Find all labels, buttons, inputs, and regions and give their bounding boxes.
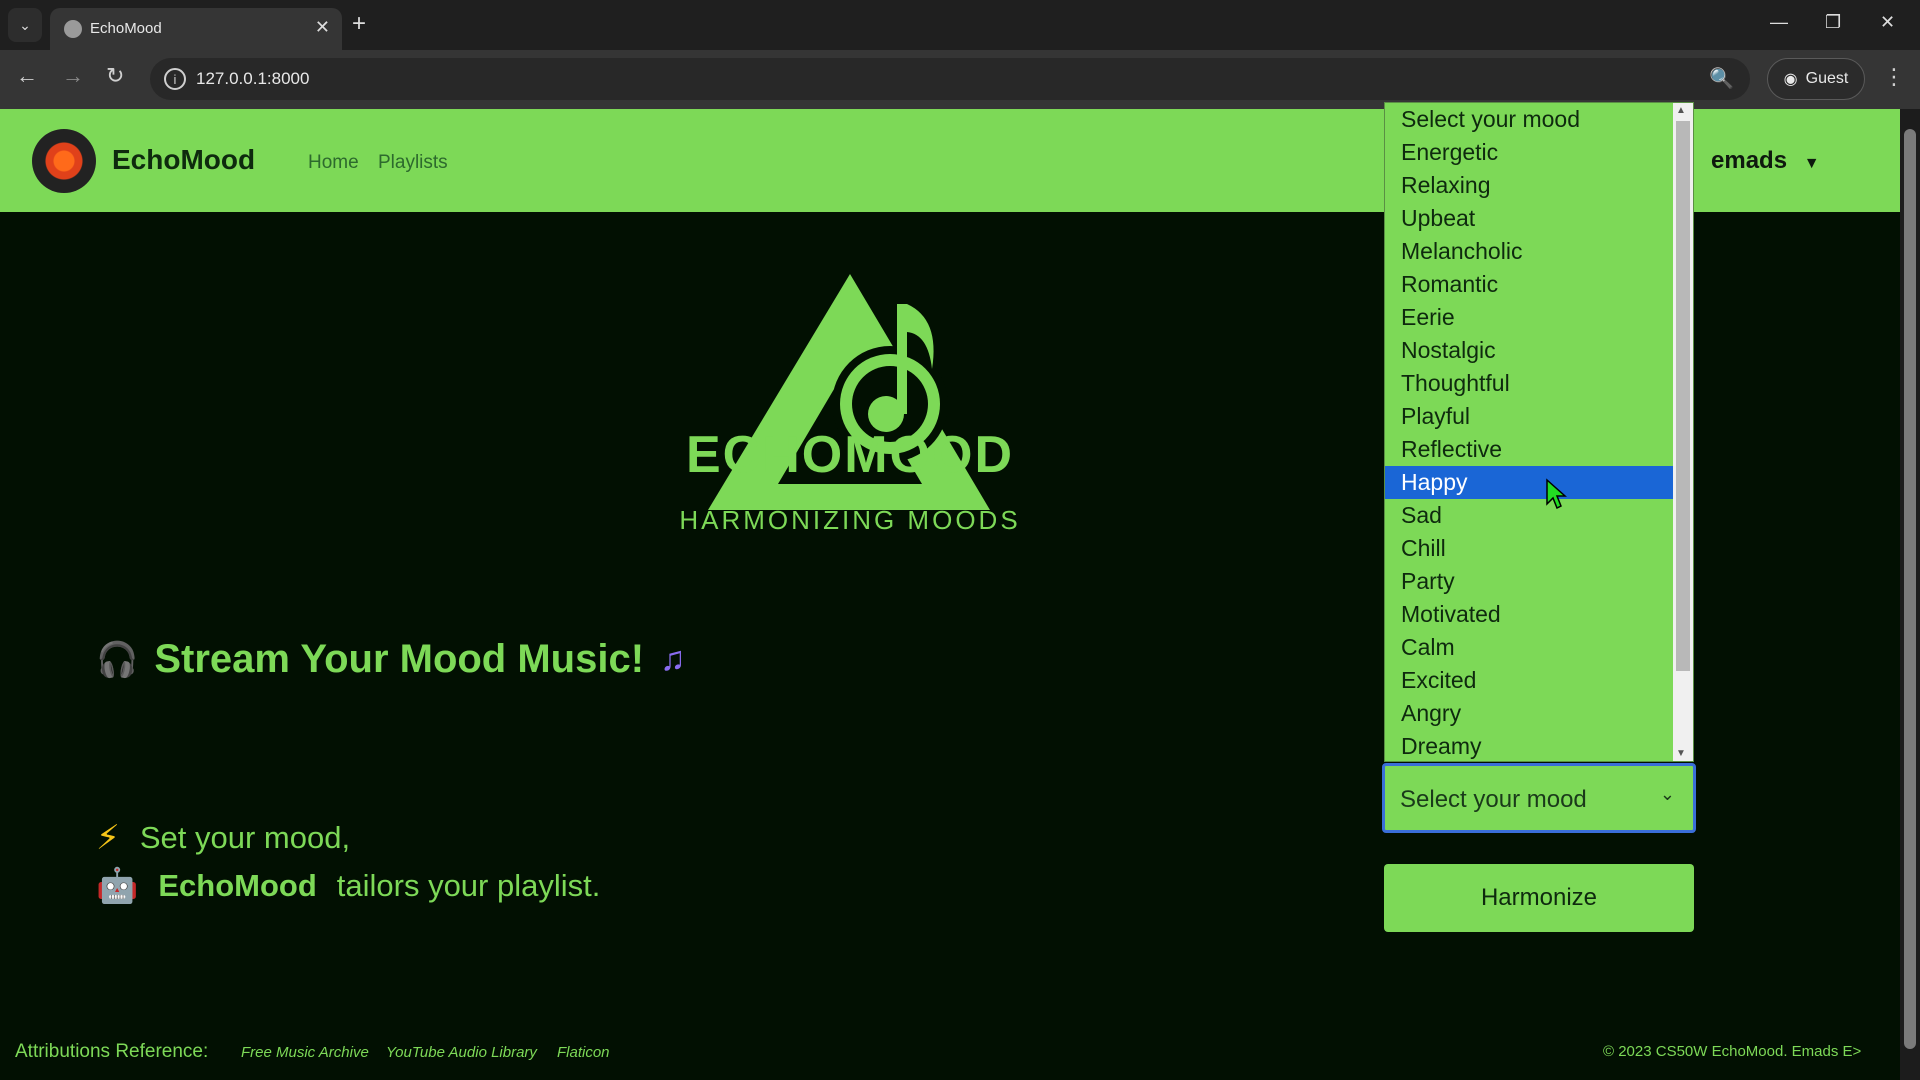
minimize-icon[interactable]: — bbox=[1770, 12, 1788, 33]
dropdown-scroll-thumb[interactable] bbox=[1676, 121, 1690, 671]
user-menu[interactable]: emads ▼ bbox=[1711, 147, 1820, 175]
mood-option-highlighted[interactable]: Happy bbox=[1385, 466, 1674, 499]
mood-option[interactable]: Calm bbox=[1385, 631, 1674, 664]
mood-option[interactable]: Chill bbox=[1385, 532, 1674, 565]
new-tab-icon[interactable]: + bbox=[352, 10, 366, 38]
mood-option[interactable]: Dreamy bbox=[1385, 730, 1674, 763]
hero-tagline: HARMONIZING MOODS bbox=[679, 505, 1021, 535]
intro-line-1-text: Set your mood, bbox=[139, 820, 351, 855]
footer-link-fma[interactable]: Free Music Archive bbox=[241, 1044, 369, 1061]
intro-line-1: ⚡ Set your mood, bbox=[96, 818, 350, 858]
mood-select-value: Select your mood bbox=[1400, 786, 1587, 813]
mood-option[interactable]: Upbeat bbox=[1385, 202, 1674, 235]
tab-search-chevron-icon[interactable]: ⌄ bbox=[8, 8, 42, 42]
footer-link-youtube[interactable]: YouTube Audio Library bbox=[386, 1044, 537, 1061]
intro-line-2-text: tailors your playlist. bbox=[336, 868, 601, 903]
mood-option[interactable]: Eerie bbox=[1385, 301, 1674, 334]
vinyl-logo-icon[interactable] bbox=[32, 129, 96, 193]
music-note-icon: ♫ bbox=[660, 640, 686, 678]
address-bar[interactable]: i 127.0.0.1:8000 🔍 bbox=[150, 58, 1750, 100]
hero-wordmark: ECHOMOOD bbox=[686, 426, 1014, 484]
chevron-down-icon: ⌄ bbox=[1659, 784, 1675, 804]
profile-label: Guest bbox=[1805, 70, 1849, 87]
harmonize-button[interactable]: Harmonize bbox=[1384, 864, 1694, 932]
page-scrollbar[interactable] bbox=[1900, 109, 1920, 1080]
mood-option[interactable]: Party bbox=[1385, 565, 1674, 598]
mood-select[interactable]: Select your mood ⌄ bbox=[1382, 763, 1696, 833]
forward-icon[interactable]: → bbox=[62, 63, 84, 89]
dropdown-scrollbar[interactable]: ▲ ▼ bbox=[1673, 103, 1693, 761]
robot-icon: 🤖 bbox=[96, 867, 139, 905]
mood-option[interactable]: Melancholic bbox=[1385, 235, 1674, 268]
intro-line-2-brand: EchoMood bbox=[158, 868, 317, 903]
page-scroll-thumb[interactable] bbox=[1904, 129, 1916, 1049]
brand-name[interactable]: EchoMood bbox=[112, 144, 255, 176]
mouse-cursor-icon bbox=[1546, 478, 1567, 510]
mood-option[interactable]: Motivated bbox=[1385, 598, 1674, 631]
zoom-icon[interactable]: 🔍 bbox=[1709, 66, 1734, 91]
intro-title-text: Stream Your Mood Music! bbox=[154, 637, 645, 681]
copyright-text: © 2023 CS50W EchoMood. Emads E> bbox=[1603, 1043, 1862, 1060]
mood-option[interactable]: Angry bbox=[1385, 697, 1674, 730]
reload-icon[interactable]: ↻ bbox=[106, 63, 124, 89]
mood-option[interactable]: Select your mood bbox=[1385, 103, 1674, 136]
intro-line-2: 🤖 EchoMood tailors your playlist. bbox=[96, 866, 600, 906]
scroll-down-icon[interactable]: ▼ bbox=[1676, 748, 1686, 759]
mood-options: Select your mood Energetic Relaxing Upbe… bbox=[1385, 103, 1674, 763]
close-window-icon[interactable]: ✕ bbox=[1880, 12, 1895, 33]
lightning-icon: ⚡ bbox=[96, 819, 120, 857]
user-name: emads bbox=[1711, 147, 1788, 174]
mood-option[interactable]: Excited bbox=[1385, 664, 1674, 697]
scroll-up-icon[interactable]: ▲ bbox=[1676, 105, 1686, 116]
mood-option[interactable]: Playful bbox=[1385, 400, 1674, 433]
mood-option[interactable]: Sad bbox=[1385, 499, 1674, 532]
back-icon[interactable]: ← bbox=[16, 63, 38, 89]
close-tab-icon[interactable]: ✕ bbox=[315, 17, 330, 38]
profile-icon: ◉ bbox=[1783, 71, 1798, 88]
browser-tab[interactable]: EchoMood ✕ bbox=[50, 8, 342, 50]
caret-down-icon: ▼ bbox=[1803, 155, 1820, 172]
mood-dropdown-list[interactable]: Select your mood Energetic Relaxing Upbe… bbox=[1384, 102, 1694, 762]
restore-icon[interactable]: ❐ bbox=[1825, 12, 1841, 33]
browser-menu-icon[interactable]: ⋮ bbox=[1883, 64, 1905, 90]
site-info-icon[interactable]: i bbox=[164, 68, 186, 90]
profile-button[interactable]: ◉ Guest bbox=[1767, 58, 1865, 100]
mood-option[interactable]: Relaxing bbox=[1385, 169, 1674, 202]
mood-option[interactable]: Romantic bbox=[1385, 268, 1674, 301]
intro-title: 🎧 Stream Your Mood Music! ♫ bbox=[96, 637, 686, 682]
footer-link-flaticon[interactable]: Flaticon bbox=[557, 1044, 610, 1061]
nav-playlists-link[interactable]: Playlists bbox=[378, 152, 448, 174]
tab-title: EchoMood bbox=[90, 20, 162, 37]
mood-option[interactable]: Reflective bbox=[1385, 433, 1674, 466]
nav-home-link[interactable]: Home bbox=[308, 152, 359, 174]
mood-option[interactable]: Nostalgic bbox=[1385, 334, 1674, 367]
headphones-icon: 🎧 bbox=[96, 640, 139, 679]
attributions-label: Attributions Reference: bbox=[15, 1041, 209, 1062]
mood-option[interactable]: Energetic bbox=[1385, 136, 1674, 169]
browser-tab-bar: ⌄ EchoMood ✕ + — ❐ ✕ bbox=[0, 0, 1920, 50]
mood-option[interactable]: Thoughtful bbox=[1385, 367, 1674, 400]
globe-icon bbox=[64, 20, 82, 38]
browser-toolbar: ← → ↻ i 127.0.0.1:8000 🔍 ◉ Guest ⋮ bbox=[0, 50, 1920, 109]
url-text[interactable]: 127.0.0.1:8000 bbox=[196, 69, 309, 89]
